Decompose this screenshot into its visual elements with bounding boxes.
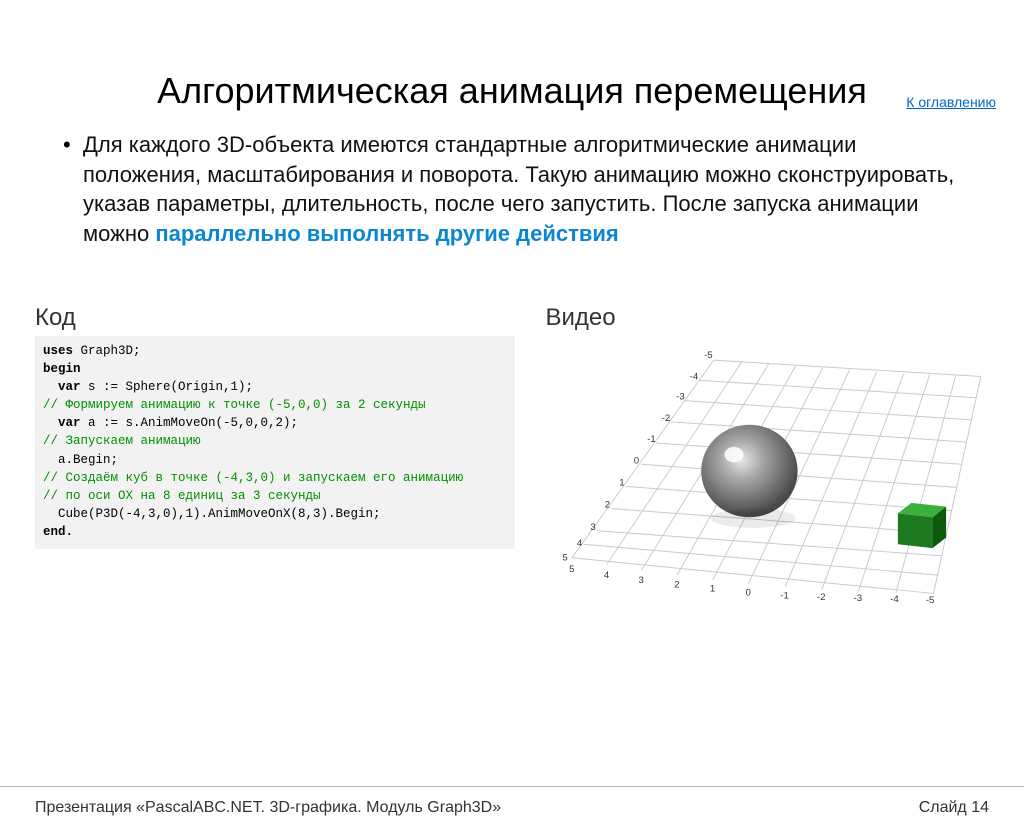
footer-right: Слайд 14 <box>919 799 989 817</box>
kw-end: end. <box>43 525 73 539</box>
x-label: 4 <box>604 570 610 581</box>
kw-var2: var <box>43 416 81 430</box>
x-label: 2 <box>675 579 680 590</box>
x-label: -1 <box>781 590 790 601</box>
code-l1b: Graph3D; <box>73 344 141 358</box>
page-title: Алгоритмическая анимация перемещения <box>0 70 1024 112</box>
x-label: 0 <box>746 587 751 598</box>
comment-3: // Создаём куб в точке (-4,3,0) и запуск… <box>43 471 463 485</box>
z-label: -5 <box>705 350 714 361</box>
intro-paragraph: Для каждого 3D-объекта имеются стандартн… <box>55 130 969 249</box>
kw-begin: begin <box>43 362 81 376</box>
code-l7: a.Begin; <box>43 453 118 467</box>
z-label: 0 <box>634 455 639 466</box>
z-label: -3 <box>677 391 686 402</box>
video-3d-scene: -5 -4 -3 -2 -1 0 1 2 3 4 5 5 4 3 <box>545 336 989 606</box>
code-l10: Cube(P3D(-4,3,0),1).AnimMoveOnX(8,3).Beg… <box>43 507 381 521</box>
intro-highlight: параллельно выполнять другие действия <box>155 221 618 246</box>
x-label: 5 <box>570 564 575 575</box>
z-label: 2 <box>605 499 610 510</box>
z-label: -1 <box>648 434 657 445</box>
toc-link[interactable]: К оглавлению <box>906 94 996 110</box>
code-heading: Код <box>35 304 515 332</box>
comment-2: // Запускаем анимацию <box>43 434 201 448</box>
x-label: -5 <box>926 595 935 606</box>
x-label: -3 <box>854 593 863 604</box>
z-label: -2 <box>662 413 671 424</box>
kw-uses: uses <box>43 344 73 358</box>
comment-4: // по оси OX на 8 единиц за 3 секунды <box>43 489 321 503</box>
x-label: -2 <box>817 592 826 603</box>
comment-1: // Формируем анимацию к точке (-5,0,0) з… <box>43 398 426 412</box>
video-heading: Видео <box>545 304 989 332</box>
footer-left: Презентация «PascalABC.NET. 3D-графика. … <box>35 799 501 817</box>
code-l5b: a := s.AnimMoveOn(-5,0,0,2); <box>81 416 299 430</box>
z-label: 5 <box>563 552 568 563</box>
footer: Презентация «PascalABC.NET. 3D-графика. … <box>0 786 1024 817</box>
kw-var1: var <box>43 380 81 394</box>
z-label: -4 <box>690 371 699 382</box>
z-label: 3 <box>591 522 596 533</box>
x-label: 3 <box>639 575 644 586</box>
z-label: 1 <box>620 477 625 488</box>
x-label: -4 <box>891 594 900 605</box>
z-label: 4 <box>577 538 583 549</box>
code-l3b: s := Sphere(Origin,1); <box>81 380 254 394</box>
code-block: uses Graph3D; begin var s := Sphere(Orig… <box>35 336 515 549</box>
x-label: 1 <box>710 583 715 594</box>
